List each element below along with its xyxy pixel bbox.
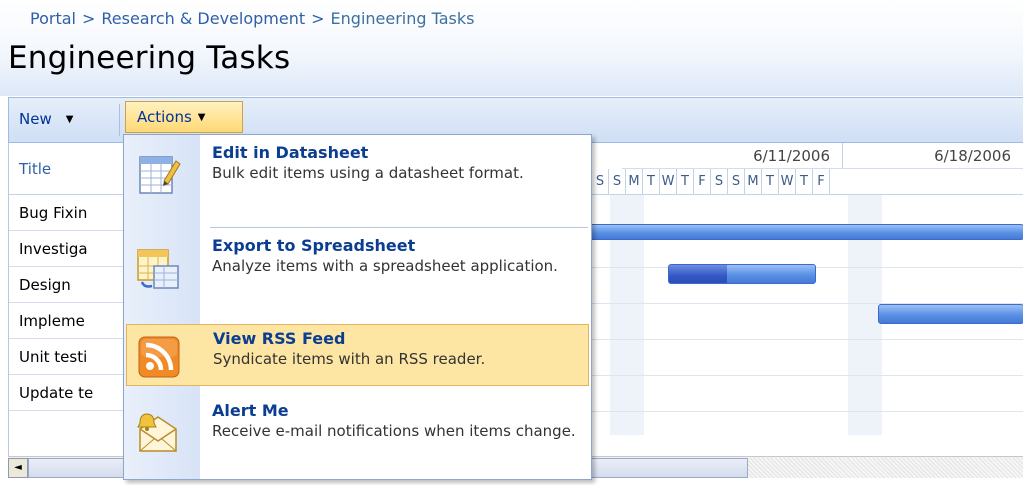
- day-label: T: [796, 169, 813, 195]
- menu-item-title: Edit in Datasheet: [212, 143, 369, 162]
- breadcrumb: Portal > Research & Development > Engineerin…: [30, 9, 474, 28]
- breadcrumb-research[interactable]: Research & Development: [101, 9, 305, 28]
- menu-item-description: Analyze items with a spreadsheet applica…: [212, 257, 558, 275]
- day-label: T: [677, 169, 694, 195]
- rss-icon: [138, 336, 180, 378]
- chevron-down-icon: ▼: [65, 113, 74, 125]
- breadcrumb-separator: >: [311, 9, 325, 28]
- breadcrumb-current[interactable]: Engineering Tasks: [331, 9, 475, 28]
- menu-item-view-rss[interactable]: View RSS Feed Syndicate items with an RS…: [126, 324, 589, 386]
- page-title: Engineering Tasks: [8, 40, 291, 76]
- task-bar[interactable]: [564, 224, 1023, 240]
- day-label: S: [711, 169, 728, 195]
- day-label: S: [592, 169, 609, 195]
- title-column-label: Title: [19, 160, 52, 178]
- task-bar[interactable]: [878, 304, 1023, 324]
- day-label: F: [694, 169, 711, 195]
- menu-item-description: Syndicate items with an RSS reader.: [213, 350, 486, 368]
- title-column-header[interactable]: Title: [9, 143, 124, 195]
- menu-item-title: View RSS Feed: [213, 329, 346, 348]
- menu-item-description: Bulk edit items using a datasheet format…: [212, 164, 524, 182]
- menu-item-alert-me[interactable]: Alert Me Receive e-mail notifications wh…: [126, 397, 589, 471]
- menu-item-text: View RSS Feed Syndicate items with an RS…: [213, 329, 583, 370]
- menu-item-text: Export to Spreadsheet Analyze items with…: [212, 236, 582, 277]
- spreadsheet-icon: [137, 249, 179, 289]
- alert-icon: [137, 413, 177, 452]
- day-label: M: [626, 169, 643, 195]
- day-label: W: [660, 169, 677, 195]
- table-row[interactable]: Unit testi: [9, 339, 124, 375]
- page-header: Portal > Research & Development > Engineerin…: [0, 0, 1023, 96]
- day-label: W: [779, 169, 796, 195]
- table-row[interactable]: Impleme: [9, 303, 124, 339]
- day-label: T: [643, 169, 660, 195]
- menu-item-description: Receive e-mail notifications when items …: [212, 422, 576, 440]
- scroll-track[interactable]: [748, 458, 1023, 478]
- table-row[interactable]: Investiga: [9, 231, 124, 267]
- table-row[interactable]: Bug Fixin: [9, 195, 124, 231]
- task-bar[interactable]: [668, 264, 816, 284]
- actions-button[interactable]: Actions ▼: [125, 101, 243, 133]
- week-header: 6/11/2006: [622, 143, 843, 169]
- actions-menu: Edit in Datasheet Bulk edit items using …: [123, 134, 592, 480]
- day-label: F: [813, 169, 830, 195]
- actions-button-label: Actions: [137, 108, 192, 126]
- menu-item-title: Alert Me: [212, 401, 289, 420]
- menu-item-title: Export to Spreadsheet: [212, 236, 416, 255]
- menu-item-edit-datasheet[interactable]: Edit in Datasheet Bulk edit items using …: [126, 139, 589, 213]
- table-row[interactable]: Update te: [9, 375, 124, 411]
- breadcrumb-separator: >: [81, 9, 96, 28]
- datasheet-icon: [139, 156, 181, 194]
- table-row[interactable]: Design: [9, 267, 124, 303]
- new-button-label: New: [19, 110, 52, 128]
- day-label: M: [745, 169, 762, 195]
- menu-item-export-spreadsheet[interactable]: Export to Spreadsheet Analyze items with…: [126, 232, 589, 306]
- menu-separator: [210, 227, 588, 228]
- day-label: S: [728, 169, 745, 195]
- toolbar-divider: [119, 104, 120, 136]
- chevron-down-icon: ▼: [197, 111, 206, 123]
- task-progress: [669, 265, 727, 283]
- scroll-left-button[interactable]: ◄: [8, 458, 28, 478]
- breadcrumb-portal[interactable]: Portal: [30, 9, 76, 28]
- week-header: 6/18/2006: [843, 143, 1023, 169]
- new-button[interactable]: New ▼: [19, 110, 73, 128]
- menu-item-text: Alert Me Receive e-mail notifications wh…: [212, 401, 582, 442]
- menu-item-text: Edit in Datasheet Bulk edit items using …: [212, 143, 582, 184]
- day-label: S: [609, 169, 626, 195]
- day-label: T: [762, 169, 779, 195]
